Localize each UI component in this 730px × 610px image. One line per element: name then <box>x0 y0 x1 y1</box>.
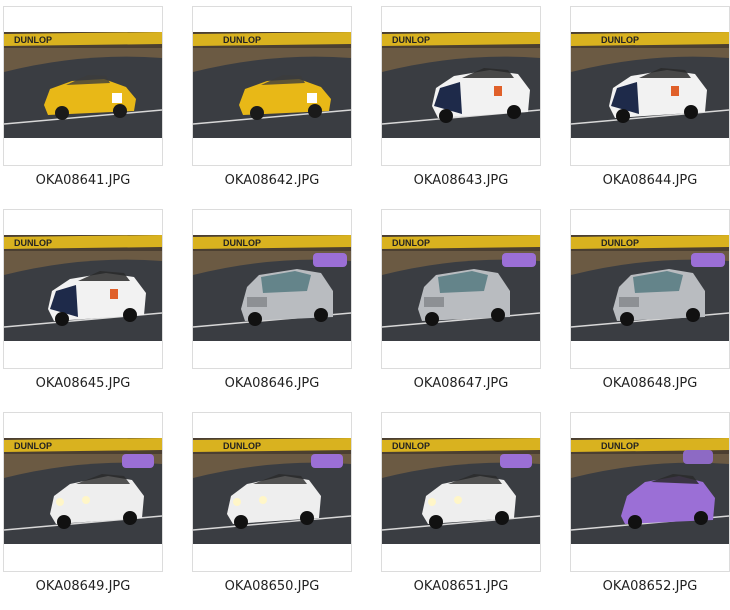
thumbnail-image[interactable]: DUNLOP <box>571 32 729 138</box>
thumbnail-image[interactable]: DUNLOP <box>382 235 540 341</box>
svg-text:DUNLOP: DUNLOP <box>392 238 430 248</box>
thumbnail-item[interactable]: DUNLOP OKA08642.JPG <box>192 6 352 196</box>
svg-text:DUNLOP: DUNLOP <box>14 441 52 451</box>
thumbnail-frame[interactable]: DUNLOP <box>570 6 730 166</box>
thumbnail-item[interactable]: DUNLOP OKA08648.JPG <box>570 209 730 399</box>
thumbnail-image[interactable]: DUNLOP <box>382 32 540 138</box>
thumbnail-item[interactable]: DUNLOP OKA08645.JPG <box>3 209 163 399</box>
thumbnail-item[interactable]: DUNLOP OKA08644.JPG <box>570 6 730 196</box>
thumbnail-frame[interactable]: DUNLOP <box>570 412 730 572</box>
svg-text:DUNLOP: DUNLOP <box>14 238 52 248</box>
thumbnail-image[interactable]: DUNLOP <box>571 438 729 544</box>
thumbnail-item[interactable]: DUNLOP OKA08651.JPG <box>381 412 541 602</box>
svg-text:DUNLOP: DUNLOP <box>14 35 52 45</box>
thumbnail-frame[interactable]: DUNLOP <box>381 412 541 572</box>
thumbnail-filename[interactable]: OKA08651.JPG <box>381 579 541 594</box>
thumbnail-filename[interactable]: OKA08642.JPG <box>192 173 352 188</box>
thumbnail-frame[interactable]: DUNLOP <box>3 209 163 369</box>
thumbnail-item[interactable]: DUNLOP OKA08652.JPG <box>570 412 730 602</box>
thumbnail-frame[interactable]: DUNLOP <box>192 209 352 369</box>
svg-text:DUNLOP: DUNLOP <box>601 238 639 248</box>
thumbnail-item[interactable]: DUNLOP OKA08647.JPG <box>381 209 541 399</box>
svg-text:DUNLOP: DUNLOP <box>392 35 430 45</box>
thumbnail-item[interactable]: DUNLOP OKA08649.JPG <box>3 412 163 602</box>
thumbnail-item[interactable]: DUNLOP OKA08646.JPG <box>192 209 352 399</box>
thumbnail-item[interactable]: DUNLOP OKA08643.JPG <box>381 6 541 196</box>
svg-text:DUNLOP: DUNLOP <box>601 35 639 45</box>
thumbnail-image[interactable]: DUNLOP <box>571 235 729 341</box>
svg-text:DUNLOP: DUNLOP <box>223 238 261 248</box>
svg-text:DUNLOP: DUNLOP <box>223 441 261 451</box>
thumbnail-image[interactable]: DUNLOP <box>4 438 162 544</box>
thumbnail-image[interactable]: DUNLOP <box>382 438 540 544</box>
thumbnail-filename[interactable]: OKA08647.JPG <box>381 376 541 391</box>
svg-text:DUNLOP: DUNLOP <box>223 35 261 45</box>
thumbnail-frame[interactable]: DUNLOP <box>192 6 352 166</box>
thumbnail-filename[interactable]: OKA08643.JPG <box>381 173 541 188</box>
thumbnail-filename[interactable]: OKA08641.JPG <box>3 173 163 188</box>
svg-text:DUNLOP: DUNLOP <box>392 441 430 451</box>
thumbnail-grid: DUNLOP OKA08641.JPG DUNLOP OKA08642.JPG … <box>0 0 730 610</box>
thumbnail-filename[interactable]: OKA08650.JPG <box>192 579 352 594</box>
svg-text:DUNLOP: DUNLOP <box>601 441 639 451</box>
thumbnail-frame[interactable]: DUNLOP <box>381 209 541 369</box>
thumbnail-filename[interactable]: OKA08646.JPG <box>192 376 352 391</box>
thumbnail-frame[interactable]: DUNLOP <box>3 412 163 572</box>
thumbnail-frame[interactable]: DUNLOP <box>192 412 352 572</box>
thumbnail-frame[interactable]: DUNLOP <box>570 209 730 369</box>
thumbnail-filename[interactable]: OKA08649.JPG <box>3 579 163 594</box>
thumbnail-frame[interactable]: DUNLOP <box>3 6 163 166</box>
thumbnail-frame[interactable]: DUNLOP <box>381 6 541 166</box>
thumbnail-filename[interactable]: OKA08645.JPG <box>3 376 163 391</box>
thumbnail-item[interactable]: DUNLOP OKA08641.JPG <box>3 6 163 196</box>
thumbnail-image[interactable]: DUNLOP <box>4 32 162 138</box>
thumbnail-filename[interactable]: OKA08652.JPG <box>570 579 730 594</box>
thumbnail-item[interactable]: DUNLOP OKA08650.JPG <box>192 412 352 602</box>
thumbnail-image[interactable]: DUNLOP <box>193 438 351 544</box>
thumbnail-filename[interactable]: OKA08644.JPG <box>570 173 730 188</box>
thumbnail-image[interactable]: DUNLOP <box>193 235 351 341</box>
thumbnail-filename[interactable]: OKA08648.JPG <box>570 376 730 391</box>
thumbnail-image[interactable]: DUNLOP <box>193 32 351 138</box>
thumbnail-image[interactable]: DUNLOP <box>4 235 162 341</box>
